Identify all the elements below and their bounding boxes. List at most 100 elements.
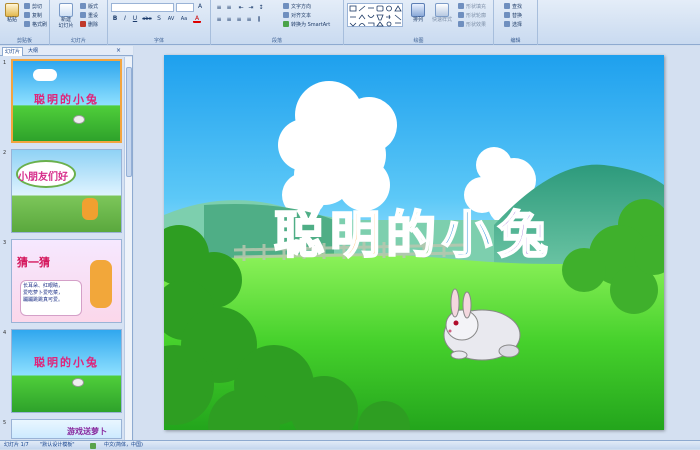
font-color-button[interactable]: A [193, 15, 201, 23]
paragraph-group: ≡ ≡ ⇤ ⇥ ↕ ≡ ≡ ≡ ≡ ⫼ 文字方向 对齐文本 转换为 SmartA… [211, 0, 344, 45]
clipboard-group-label: 剪贴板 [16, 38, 32, 44]
replace-button[interactable]: 替换 [504, 11, 522, 19]
line-spacing-icon[interactable]: ↕ [257, 4, 265, 12]
underline-button[interactable]: U [131, 15, 139, 23]
effects-icon [458, 21, 464, 27]
slide-thumbnail-3[interactable]: 猜一猜 长耳朵、红眼睛， 爱吃萝卜爱吃菜， 蹦蹦跳跳真可爱。 [11, 239, 122, 323]
find-button[interactable]: 查找 [504, 2, 522, 10]
replace-icon [504, 12, 510, 18]
format-painter-button[interactable]: 格式刷 [24, 20, 47, 28]
font-group-label: 字体 [153, 38, 164, 44]
bullets-icon[interactable]: ≡ [215, 4, 223, 12]
shape-fill-button[interactable]: 形状填充 [458, 2, 486, 10]
slides-panel: 幻灯片 大纲 × 1 聪明的小兔 2 小朋友们好 3 猜一猜 长耳朵、红眼睛， … [0, 46, 133, 440]
slide-title-char: 聪 [273, 205, 330, 265]
drawing-group-label: 绘图 [413, 38, 424, 44]
editing-group: 查找 替换 选择 编辑 [494, 0, 538, 45]
font-size-select[interactable] [176, 3, 194, 12]
slides-group: 新建 幻灯片 版式 重设 删除 幻灯片 [50, 0, 108, 45]
editing-group-label: 编辑 [510, 38, 521, 44]
slide-title-char: 明 [329, 205, 386, 265]
align-left-icon[interactable]: ≡ [215, 16, 223, 24]
slide-title-text: 聪明的小兔 [273, 205, 554, 265]
new-slide-icon [59, 3, 73, 17]
align-right-icon[interactable]: ≡ [235, 16, 243, 24]
grow-font-icon[interactable]: A [196, 3, 204, 11]
slide-thumbnail-4[interactable]: 聪明的小兔 [11, 329, 122, 413]
copy-icon [24, 12, 30, 18]
align-text-button[interactable]: 对齐文本 [283, 11, 311, 19]
riddle-box: 长耳朵、红眼睛， 爱吃萝卜爱吃菜， 蹦蹦跳跳真可爱。 [20, 280, 82, 316]
scissors-icon [24, 3, 30, 9]
shapes-gallery[interactable] [347, 3, 403, 27]
smartart-icon [283, 21, 289, 27]
scrollbar-thumb[interactable] [126, 67, 132, 177]
close-icon[interactable]: × [116, 47, 121, 54]
tab-outline[interactable]: 大纲 [26, 47, 40, 56]
align-center-icon[interactable]: ≡ [225, 16, 233, 24]
new-slide-button[interactable]: 新建 幻灯片 [56, 3, 76, 33]
delete-button[interactable]: 删除 [80, 20, 98, 28]
slide-thumbnail-1[interactable]: 聪明的小兔 [11, 59, 122, 143]
cloud-shape [33, 69, 57, 81]
shadow-button[interactable]: S [155, 15, 163, 23]
cursor-icon [504, 21, 510, 27]
spellcheck-icon[interactable] [90, 443, 96, 449]
arrange-button[interactable]: 排列 [408, 3, 428, 33]
thumb-number: 2 [3, 150, 7, 156]
smartart-button[interactable]: 转换为 SmartArt [283, 20, 330, 28]
riddle-line: 蹦蹦跳跳真可爱。 [23, 297, 64, 303]
slides-group-label: 幻灯片 [70, 38, 86, 44]
thumb-number: 5 [3, 420, 7, 426]
shape-effects-button[interactable]: 形状效果 [458, 20, 486, 28]
rabbit-icon [72, 378, 84, 387]
thumb-title: 猜一猜 [17, 256, 50, 269]
paste-icon [5, 3, 19, 17]
layout-icon [80, 3, 86, 9]
bold-button[interactable]: B [111, 15, 119, 23]
thumb-number: 4 [3, 330, 7, 336]
italic-button[interactable]: I [121, 15, 129, 23]
select-button[interactable]: 选择 [504, 20, 522, 28]
fill-bucket-icon [458, 3, 464, 9]
font-group: A B I U abe S AV Aa A 字体 [108, 0, 211, 45]
panel-scrollbar[interactable] [124, 57, 132, 440]
riddle-line: 长耳朵、红眼睛， [23, 283, 64, 289]
shape-outline-button[interactable]: 形状轮廓 [458, 11, 486, 19]
paste-button[interactable]: 粘贴 [3, 3, 21, 33]
columns-icon[interactable]: ⫼ [255, 16, 263, 24]
bear-icon [82, 198, 98, 220]
brush-icon [24, 21, 30, 27]
decrease-indent-icon[interactable]: ⇤ [237, 4, 245, 12]
copy-button[interactable]: 复制 [24, 11, 42, 19]
justify-icon[interactable]: ≡ [245, 16, 253, 24]
thumb-title: 聪明的小兔 [34, 93, 99, 106]
increase-indent-icon[interactable]: ⇥ [247, 4, 255, 12]
ribbon: 粘贴 剪切 复制 格式刷 剪贴板 新建 幻灯片 版式 重设 删除 幻灯片 A B… [0, 0, 700, 45]
change-case-button[interactable]: Aa [179, 15, 189, 23]
slide-thumbnail-2[interactable]: 小朋友们好 [11, 149, 122, 233]
slide-title: 聪明的小兔 [164, 195, 664, 267]
char-spacing-button[interactable]: AV [165, 15, 177, 23]
reset-button[interactable]: 重设 [80, 11, 98, 19]
slide-title-char: 兔 [497, 205, 554, 265]
rabbit-icon [73, 115, 85, 124]
font-name-select[interactable] [111, 3, 174, 12]
align-text-icon [283, 12, 289, 18]
arrange-icon [411, 3, 425, 17]
pencil-icon [458, 12, 464, 18]
drawing-group: 排列 快速样式 形状填充 形状轮廓 形状效果 绘图 [344, 0, 494, 45]
current-slide[interactable]: 聪明的小兔 [164, 55, 664, 430]
layout-button[interactable]: 版式 [80, 2, 98, 10]
delete-icon [80, 21, 86, 27]
status-bar: 幻灯片 1/7 "默认设计模板" 中文(简体，中国) [0, 440, 700, 449]
strikethrough-button[interactable]: abe [141, 15, 153, 23]
tab-slides[interactable]: 幻灯片 [2, 47, 24, 56]
quick-styles-icon [435, 3, 449, 17]
thumb-title: 聪明的小兔 [34, 356, 99, 369]
quick-styles-button[interactable]: 快速样式 [430, 3, 454, 33]
cut-button[interactable]: 剪切 [24, 2, 42, 10]
numbering-icon[interactable]: ≡ [225, 4, 233, 12]
text-direction-button[interactable]: 文字方向 [283, 2, 311, 10]
slide-thumbnail-5[interactable]: 游戏送萝卜 [11, 419, 122, 439]
